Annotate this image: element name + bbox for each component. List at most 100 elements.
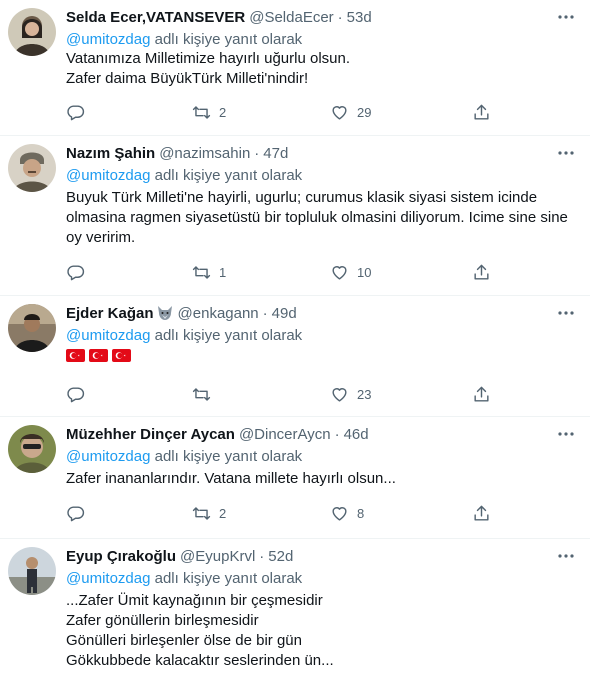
display-name[interactable]: Müzehher Dinçer Aycan — [66, 426, 235, 443]
username[interactable]: @nazimsahin — [159, 145, 250, 162]
action-bar: 2 29 — [66, 102, 590, 122]
more-icon[interactable] — [556, 424, 576, 444]
timestamp[interactable]: 52d — [268, 548, 293, 565]
display-name[interactable]: Nazım Şahin — [66, 145, 155, 162]
tweet-text: ...Zafer Ümit kaynağının bir çeşmesidir … — [66, 591, 576, 671]
share-button[interactable] — [472, 263, 491, 282]
reply-context-text: adlı kişiye yanıt olarak — [154, 31, 303, 48]
like-button[interactable]: 8 — [330, 504, 364, 523]
tweet-text-line: Zafer daima BüyükTürk Milleti'nindir! — [66, 70, 309, 87]
like-button[interactable]: 10 — [330, 263, 371, 282]
retweet-icon — [192, 506, 211, 520]
reply-feed: Selda Ecer,VATANSEVER @SeldaEcer · 53d @… — [0, 0, 590, 680]
share-button[interactable] — [472, 385, 491, 404]
turkey-flag-icon — [89, 349, 108, 362]
timestamp[interactable]: 49d — [272, 305, 297, 322]
turkey-flag-icon — [112, 349, 131, 362]
retweet-icon — [192, 105, 211, 119]
mention-link[interactable]: @umitozdag — [66, 327, 150, 344]
retweet-icon — [192, 265, 211, 279]
reply-icon — [67, 386, 85, 402]
username[interactable]: @DincerAycn — [239, 426, 331, 443]
separator-dot: · — [254, 144, 260, 162]
share-button[interactable] — [472, 504, 491, 523]
like-count: 29 — [357, 104, 372, 120]
avatar[interactable] — [8, 304, 56, 352]
username[interactable]: @SeldaEcer — [249, 9, 333, 26]
retweet-button[interactable]: 2 — [192, 504, 226, 523]
tweet-text-line: Zafer gönüllerin birleşmesidir — [66, 612, 259, 629]
reply-context: @umitozdag adlı kişiye yanıt olarak — [66, 447, 576, 466]
action-bar: 23 — [66, 384, 590, 404]
action-bar: 2 8 — [66, 503, 590, 523]
reply-button[interactable] — [66, 263, 93, 282]
retweet-count: 1 — [219, 264, 227, 280]
display-name[interactable]: Ejder Kağan — [66, 305, 154, 322]
retweet-count: 2 — [219, 104, 227, 120]
like-button[interactable]: 23 — [330, 385, 371, 404]
wolf-emoji — [156, 304, 174, 322]
like-button[interactable]: 29 — [330, 103, 371, 122]
like-count: 10 — [357, 264, 372, 280]
share-icon — [474, 104, 489, 120]
reply-button[interactable] — [66, 504, 93, 523]
separator-dot: · — [259, 547, 265, 565]
retweet-button[interactable]: 2 — [192, 103, 226, 122]
tweet-text-line: Gökkubbede kalacaktır seslerinden ün... — [66, 652, 334, 669]
more-icon[interactable] — [556, 7, 576, 27]
display-name[interactable]: Eyup Çırakoğlu — [66, 548, 176, 565]
tweet-text-line: Zafer inananlarındır. Vatana millete hay… — [66, 470, 396, 487]
reply-context: @umitozdag adlı kişiye yanıt olarak — [66, 326, 576, 345]
username[interactable]: @EyupKrvl — [180, 548, 255, 565]
tweet[interactable]: Müzehher Dinçer Aycan @DincerAycn · 46d … — [0, 417, 590, 539]
mention-link[interactable]: @umitozdag — [66, 167, 150, 184]
tweet-text-line: Gönülleri birleşenler ölse de bir gün — [66, 632, 302, 649]
timestamp[interactable]: 47d — [263, 145, 288, 162]
like-count: 8 — [357, 505, 365, 521]
timestamp[interactable]: 53d — [347, 9, 372, 26]
mention-link[interactable]: @umitozdag — [66, 570, 150, 587]
tweet-text-line: ...Zafer Ümit kaynağının bir çeşmesidir — [66, 592, 323, 609]
reply-context-text: adlı kişiye yanıt olarak — [154, 327, 303, 344]
username[interactable]: @enkagann — [178, 305, 259, 322]
reply-icon — [67, 104, 85, 120]
timestamp[interactable]: 46d — [344, 426, 369, 443]
avatar[interactable] — [8, 425, 56, 473]
retweet-button[interactable]: 1 — [192, 263, 226, 282]
tweet[interactable]: Ejder Kağan @enkagann · 49d @umitozdag a… — [0, 296, 590, 417]
share-icon — [474, 386, 489, 402]
tweet-text-line: Buyuk Türk Milleti'ne hayirli, ugurlu; c… — [66, 189, 538, 206]
reply-button[interactable] — [66, 103, 93, 122]
tweet-text: Buyuk Türk Milleti'ne hayirli, ugurlu; c… — [66, 188, 576, 248]
more-icon[interactable] — [556, 303, 576, 323]
avatar[interactable] — [8, 8, 56, 56]
avatar[interactable] — [8, 547, 56, 595]
reply-context: @umitozdag adlı kişiye yanıt olarak — [66, 166, 576, 185]
tweet[interactable]: Selda Ecer,VATANSEVER @SeldaEcer · 53d @… — [0, 0, 590, 136]
more-icon[interactable] — [556, 546, 576, 566]
tweet[interactable]: Eyup Çırakoğlu @EyupKrvl · 52d @umitozda… — [0, 539, 590, 680]
separator-dot: · — [334, 425, 340, 443]
like-icon — [332, 387, 347, 402]
like-count: 23 — [357, 386, 372, 402]
mention-link[interactable]: @umitozdag — [66, 448, 150, 465]
avatar[interactable] — [8, 144, 56, 192]
tweet[interactable]: Nazım Şahin @nazimsahin · 47d @umitozdag… — [0, 136, 590, 296]
mention-link[interactable]: @umitozdag — [66, 31, 150, 48]
flag-emojis — [66, 349, 576, 362]
share-button[interactable] — [472, 103, 491, 122]
reply-button[interactable] — [66, 385, 93, 404]
retweet-button[interactable] — [192, 385, 219, 404]
share-icon — [474, 264, 489, 280]
tweet-header: Müzehher Dinçer Aycan @DincerAycn · 46d — [66, 424, 576, 444]
reply-context: @umitozdag adlı kişiye yanıt olarak — [66, 569, 576, 588]
reply-context-text: adlı kişiye yanıt olarak — [154, 570, 303, 587]
retweet-icon — [192, 387, 211, 401]
share-icon — [474, 505, 489, 521]
like-icon — [332, 506, 347, 521]
separator-dot: · — [337, 8, 343, 26]
more-icon[interactable] — [556, 143, 576, 163]
display-name[interactable]: Selda Ecer,VATANSEVER — [66, 9, 245, 26]
tweet-text-line: oy veririm. — [66, 229, 136, 246]
tweet-header: Ejder Kağan @enkagann · 49d — [66, 303, 576, 323]
